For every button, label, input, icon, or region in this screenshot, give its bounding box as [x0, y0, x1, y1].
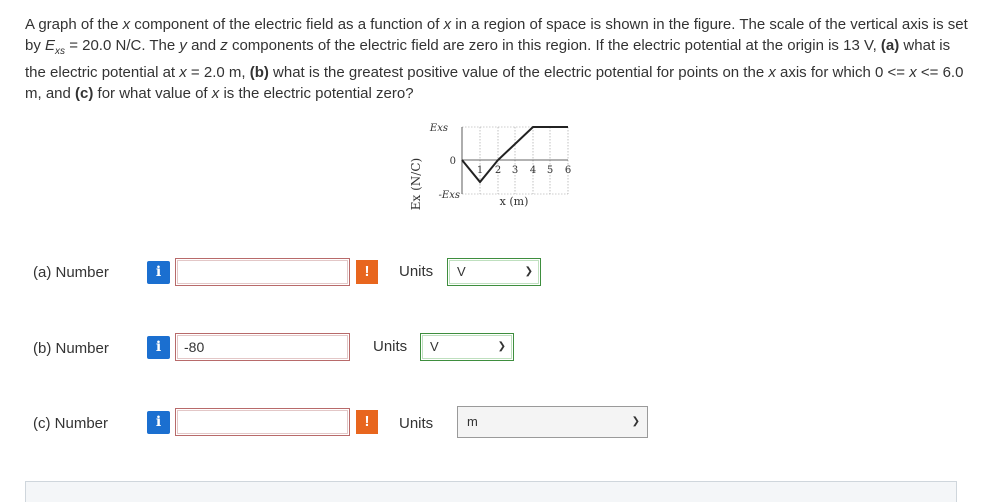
info-icon-c[interactable]: i	[147, 411, 170, 434]
xtick-1: 1	[477, 165, 483, 176]
xtick-6: 6	[565, 165, 571, 176]
units-label-c: Units	[399, 415, 434, 432]
units-label-a: Units	[399, 263, 434, 280]
y-axis-label: Ex (N/C)	[409, 158, 423, 210]
xtick-4: 4	[530, 165, 536, 176]
ytick-bottom: -Exs	[439, 190, 460, 201]
chevron-down-icon: ❯	[524, 266, 533, 277]
chevron-down-icon: ❯	[497, 341, 506, 352]
ytick-top: Exs	[429, 123, 448, 134]
unit-select-c-value: m	[467, 414, 478, 429]
unit-select-a-value: V	[457, 264, 466, 279]
x-axis-label: x (m)	[500, 195, 529, 208]
warning-icon-a: !	[356, 260, 378, 284]
warning-icon-c: !	[356, 410, 378, 434]
unit-select-b-value: V	[430, 339, 439, 354]
info-icon-b[interactable]: i	[147, 336, 170, 359]
question-text: A graph of the x component of the electr…	[25, 16, 968, 102]
answer-input-c[interactable]	[175, 408, 350, 436]
part-b-label: (b) Number	[33, 340, 109, 357]
solution-panel	[25, 481, 957, 502]
ytick-zero: 0	[450, 156, 456, 167]
part-c-label: (c) Number	[33, 415, 109, 432]
chevron-down-icon: ❯	[631, 416, 640, 427]
electric-field-graph: Ex (N/C) Exs 0 -Exs 1 2 3 4 5 6 x (m)	[409, 123, 571, 210]
info-icon-a[interactable]: i	[147, 261, 170, 284]
unit-select-b[interactable]: V ❯	[420, 333, 514, 361]
answer-input-b[interactable]: -80	[175, 333, 350, 361]
part-a-label: (a) Number	[33, 264, 109, 281]
xtick-3: 3	[512, 165, 518, 176]
xtick-5: 5	[547, 165, 553, 176]
xtick-2: 2	[495, 165, 501, 176]
answer-input-a[interactable]	[175, 258, 350, 286]
unit-select-c[interactable]: m ❯	[457, 406, 648, 438]
units-label-b: Units	[373, 338, 408, 355]
unit-select-a[interactable]: V ❯	[447, 258, 541, 286]
